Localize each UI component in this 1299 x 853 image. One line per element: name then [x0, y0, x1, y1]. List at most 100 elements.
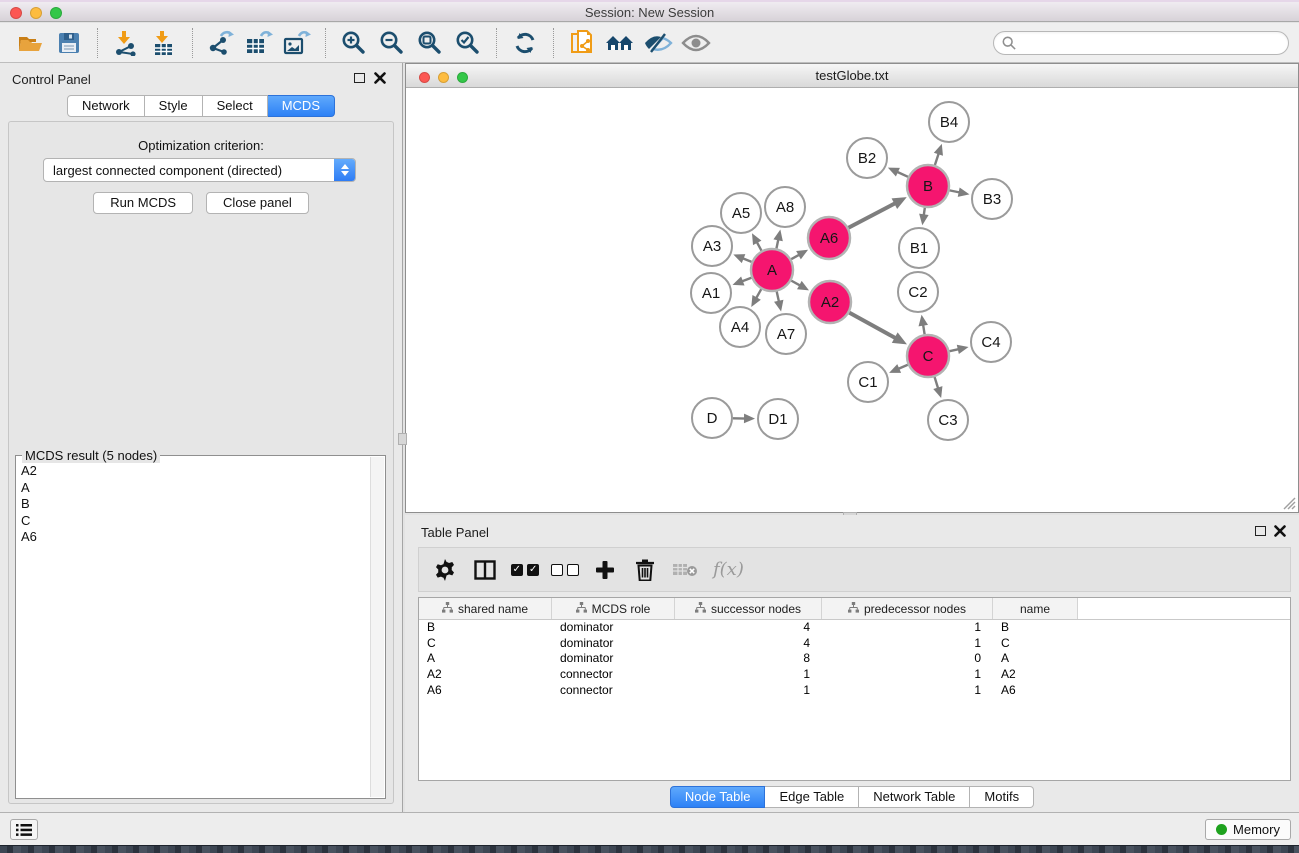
result-scrollbar[interactable] — [370, 457, 384, 797]
checked-boxes-icon[interactable]: ✓ ✓ — [507, 553, 543, 587]
split-columns-icon[interactable] — [467, 553, 503, 587]
import-network-icon[interactable] — [107, 27, 145, 59]
result-item[interactable]: A6 — [21, 529, 368, 546]
result-item[interactable]: B — [21, 496, 368, 513]
table-cell[interactable]: connector — [552, 683, 675, 699]
table-cell[interactable]: 1 — [675, 667, 822, 683]
close-panel-button[interactable]: Close panel — [206, 192, 309, 214]
zoom-selected-icon[interactable] — [449, 27, 487, 59]
memory-button[interactable]: Memory — [1205, 819, 1291, 840]
result-item[interactable]: A2 — [21, 463, 368, 480]
column-header-shared-name[interactable]: shared name — [419, 598, 552, 619]
add-icon[interactable] — [587, 553, 623, 587]
result-item[interactable]: C — [21, 513, 368, 530]
table-cell[interactable]: dominator — [552, 651, 675, 667]
table-cell[interactable]: A — [419, 651, 552, 667]
task-history-button[interactable] — [10, 819, 38, 840]
home-icon[interactable] — [601, 27, 639, 59]
edge-A6-B[interactable] — [848, 203, 896, 228]
table-row[interactable]: Cdominator41C — [419, 636, 1290, 652]
table-cell[interactable]: dominator — [552, 620, 675, 636]
arrowhead-icon — [744, 414, 755, 424]
unchecked-boxes-icon[interactable] — [547, 553, 583, 587]
open-session-icon[interactable] — [12, 27, 50, 59]
tab-select[interactable]: Select — [203, 95, 268, 117]
vertical-divider-grip[interactable] — [398, 433, 407, 445]
export-network-icon[interactable] — [202, 27, 240, 59]
refresh-icon[interactable] — [506, 27, 544, 59]
tab-network-table[interactable]: Network Table — [859, 786, 970, 808]
table-row[interactable]: Bdominator41B — [419, 620, 1290, 636]
tab-mcds[interactable]: MCDS — [268, 95, 335, 117]
trash-icon[interactable] — [627, 553, 663, 587]
table-cell[interactable]: A6 — [419, 683, 552, 699]
table-cell[interactable]: 1 — [675, 683, 822, 699]
table-cell[interactable]: dominator — [552, 636, 675, 652]
column-header-name[interactable]: name — [993, 598, 1078, 619]
table-cell[interactable]: 1 — [822, 683, 993, 699]
table-cell[interactable]: 0 — [822, 651, 993, 667]
search-field[interactable] — [993, 31, 1289, 55]
toggle-visibility-icon[interactable] — [639, 27, 677, 59]
toolbar-separator — [496, 28, 497, 58]
edge-B-B4[interactable] — [935, 152, 939, 165]
duplicate-network-icon[interactable] — [563, 27, 601, 59]
table-cell[interactable]: 4 — [675, 620, 822, 636]
control-panel-title: Control Panel — [12, 72, 91, 87]
table-row[interactable]: A2connector11A2 — [419, 667, 1290, 683]
table-cell[interactable]: B — [993, 620, 1078, 636]
tab-network[interactable]: Network — [67, 95, 145, 117]
table-cell[interactable]: C — [419, 636, 552, 652]
search-input[interactable] — [1021, 36, 1280, 51]
tab-motifs[interactable]: Motifs — [970, 786, 1034, 808]
import-table-icon[interactable] — [145, 27, 183, 59]
tab-edge-table[interactable]: Edge Table — [765, 786, 859, 808]
column-header-successor-nodes[interactable]: successor nodes — [675, 598, 822, 619]
export-table-icon[interactable] — [240, 27, 278, 59]
column-header-MCDS-role[interactable]: MCDS role — [552, 598, 675, 619]
network-graph[interactable]: B4B2BB3A5A8A6A3AB1A1C2A2A4A7C4CC1C3DD1 — [406, 88, 1298, 512]
table-row[interactable]: Adominator80A — [419, 651, 1290, 667]
zoom-in-icon[interactable] — [335, 27, 373, 59]
table-cell[interactable]: 1 — [822, 636, 993, 652]
node-label-B3: B3 — [983, 191, 1001, 208]
zoom-fit-icon[interactable] — [411, 27, 449, 59]
network-window-titlebar[interactable]: testGlobe.txt — [406, 64, 1298, 88]
table-cell[interactable]: 4 — [675, 636, 822, 652]
table-cell[interactable]: C — [993, 636, 1078, 652]
hierarchy-icon — [442, 602, 453, 616]
node-label-A1: A1 — [702, 285, 720, 302]
float-panel-icon[interactable] — [1255, 526, 1266, 536]
table-row[interactable]: A6connector11A6 — [419, 683, 1290, 699]
zoom-out-icon[interactable] — [373, 27, 411, 59]
table-cell[interactable]: 8 — [675, 651, 822, 667]
node-table[interactable]: shared nameMCDS rolesuccessor nodesprede… — [418, 597, 1291, 781]
table-cell[interactable]: 1 — [822, 667, 993, 683]
hierarchy-icon — [848, 602, 859, 616]
network-canvas[interactable]: B4B2BB3A5A8A6A3AB1A1C2A2A4A7C4CC1C3DD1 — [406, 88, 1298, 512]
column-header-predecessor-nodes[interactable]: predecessor nodes — [822, 598, 993, 619]
table-cell[interactable]: 1 — [822, 620, 993, 636]
optimization-criterion-dropdown[interactable]: largest connected component (directed) — [43, 158, 356, 182]
edge-A2-C[interactable] — [849, 313, 896, 339]
table-cell[interactable]: A2 — [419, 667, 552, 683]
arrowhead-icon — [934, 144, 943, 156]
save-session-icon[interactable] — [50, 27, 88, 59]
float-panel-icon[interactable] — [354, 73, 365, 83]
tab-style[interactable]: Style — [145, 95, 203, 117]
eye-icon[interactable] — [677, 27, 715, 59]
tab-node-table[interactable]: Node Table — [670, 786, 766, 808]
table-cell[interactable]: A — [993, 651, 1078, 667]
result-item[interactable]: A — [21, 480, 368, 497]
mcds-result-list[interactable]: A2ABCA6 — [21, 463, 368, 796]
table-cell[interactable]: A2 — [993, 667, 1078, 683]
resize-grip-icon[interactable] — [1282, 496, 1296, 510]
close-panel-icon[interactable] — [374, 72, 386, 84]
table-cell[interactable]: B — [419, 620, 552, 636]
close-panel-icon[interactable] — [1274, 525, 1286, 537]
table-cell[interactable]: connector — [552, 667, 675, 683]
gear-icon[interactable] — [427, 553, 463, 587]
export-image-icon[interactable] — [278, 27, 316, 59]
table-cell[interactable]: A6 — [993, 683, 1078, 699]
run-mcds-button[interactable]: Run MCDS — [93, 192, 193, 214]
